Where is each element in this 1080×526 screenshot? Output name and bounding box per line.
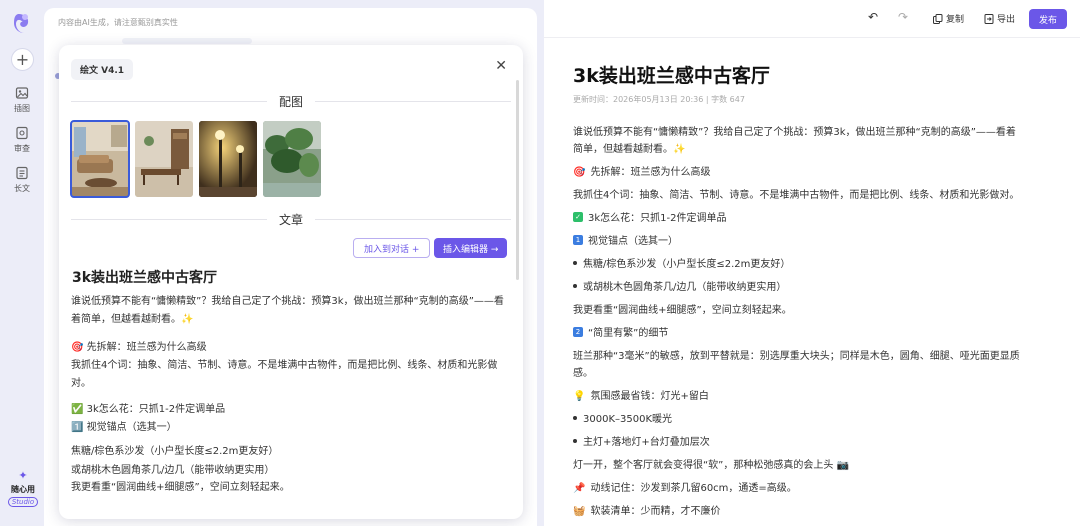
add-to-chat-button[interactable]: 加入到对话 + — [353, 238, 431, 258]
generation-modal: 绘文 V4.1 ✕ 配图 文章 加入到对话 + 插入编辑器 → 3k装出班兰感中… — [59, 45, 523, 519]
image-thumbnail-floor-lamp[interactable] — [199, 121, 257, 197]
editor-line: 班兰那种“3毫米”的敏感，放到平替就是：别选厚重大块头；同样是木色，圆角、细腿、… — [573, 351, 1020, 362]
editor-meta: 更新时间：2026年05月13日 20:36 | 字数 647 — [573, 95, 745, 104]
sidebar-item-label: 插图 — [14, 104, 30, 113]
article-section-header: 文章 — [71, 211, 512, 228]
basket-icon: 🧺 — [573, 506, 586, 517]
copy-button[interactable]: 复制 — [933, 12, 964, 25]
export-button[interactable]: 导出 — [984, 12, 1015, 25]
chat-placeholder-bar — [122, 38, 252, 44]
image-icon — [15, 87, 29, 99]
images-section-header: 配图 — [71, 93, 512, 110]
camera-icon: 📷 — [836, 460, 850, 471]
article-paragraph: 1️⃣ 视觉锚点（选其一） — [71, 422, 177, 433]
insert-editor-button[interactable]: 插入编辑器 → — [434, 238, 508, 258]
export-label: 导出 — [997, 15, 1016, 25]
editor-line: ✓ 3k怎么花：只抓1-2件定调单品 — [573, 210, 1063, 227]
sidebar-item-label: 长文 — [14, 184, 30, 193]
studio-entry[interactable]: ✦ 随心用 Studio — [5, 470, 41, 507]
document-icon — [16, 166, 28, 180]
review-icon — [16, 126, 28, 140]
editor-line: 谁说低预算不能有“慵懒精致”？我给自己定了个挑战：预算3k，做出班兰那种“克制的… — [573, 127, 1016, 138]
sidebar-item-longform[interactable]: 长文 — [0, 166, 44, 194]
article-paragraph: 或胡桃木色圆角茶几/边几（能带收纳更实用） — [71, 465, 275, 476]
editor-line: 📌 动线记住：沙发到茶几留60cm，通透=高级。 — [573, 480, 1063, 497]
images-section-title: 配图 — [279, 95, 304, 109]
editor-line: 🧺 软装清单：少而精，才不廉价 — [573, 503, 1063, 520]
article-paragraph: 焦糖/棕色系沙发（小户型长度≤2.2m更友好） — [71, 446, 279, 457]
number-one-icon: 1 — [573, 235, 583, 245]
pin-icon: 📌 — [573, 483, 586, 494]
article-paragraph: 我抓住4个词：抽象、简洁、节制、诗意。不是堆满中古物件，而是把比例、线条、材质和… — [71, 360, 498, 389]
image-thumbnail-coffee-table[interactable] — [135, 121, 193, 197]
sidebar: + 插图 审查 长文 ✦ 随心用 Studio — [0, 0, 44, 526]
sidebar-item-illustration[interactable]: 插图 — [0, 86, 44, 114]
editor-line: 💡 氛围感最省钱：灯光+留白 — [573, 388, 1063, 405]
bulb-icon: 💡 — [573, 391, 586, 402]
editor-list-item: 或胡桃木色圆角茶几/边几（能带收纳更实用） — [573, 279, 1063, 296]
editor-line: 灯一开，整个客厅就会变得很“软”，那种松弛感真的会上头 📷 — [573, 457, 1063, 474]
article-title: 3k装出班兰感中古客厅 — [72, 270, 218, 286]
ai-disclaimer: 内容由AI生成，请注意甄别真实性 — [58, 18, 178, 27]
check-icon: ✓ — [573, 212, 583, 222]
article-paragraph: 我更看重“圆润曲线+细腿感”，空间立刻轻起来。 — [71, 482, 290, 493]
editor-line: 🎯 先拆解：班兰感为什么高级 — [573, 164, 1063, 181]
editor-list-item: 焦糖/棕色系沙发（小户型长度≤2.2m更友好） — [573, 256, 1063, 273]
target-icon: 🎯 — [573, 167, 586, 178]
editor-list-item: 主灯+落地灯+台灯叠加层次 — [573, 434, 1063, 451]
editor-line: 感。 — [573, 368, 593, 379]
modal-scrollbar[interactable] — [516, 80, 519, 280]
article-section-title: 文章 — [279, 213, 304, 227]
studio-name: 随心用 — [11, 485, 35, 494]
copy-label: 复制 — [946, 15, 965, 25]
editor-title: 3k装出班兰感中古客厅 — [573, 65, 770, 87]
copy-icon — [933, 13, 943, 24]
editor-line: 我更看重“圆润曲线+细腿感”，空间立刻轻起来。 — [573, 305, 792, 316]
editor-line: 简单，但越看越耐看。✨ — [573, 144, 686, 155]
export-icon — [984, 13, 994, 24]
article-paragraph: 🎯 先拆解：班兰感为什么高级 — [71, 342, 207, 353]
number-two-icon: 2 — [573, 327, 583, 337]
editor-line: 我抓住4个词：抽象、简洁、节制、诗意。不是堆满中古物件，而是把比例、线条、材质和… — [573, 190, 1020, 201]
editor-line: 2 “简里有繁”的细节 — [573, 325, 1063, 342]
sparkle-icon: ✦ — [18, 469, 28, 482]
editor-toolbar: ↶ ↷ 复制 导出 发布 — [544, 0, 1080, 38]
image-gallery — [70, 120, 321, 198]
sidebar-item-label: 审查 — [14, 144, 30, 153]
version-badge: 绘文 V4.1 — [71, 59, 134, 80]
editor-line: 1 视觉锚点（选其一） — [573, 233, 1063, 250]
image-thumbnail-plants[interactable] — [263, 121, 321, 197]
redo-icon[interactable]: ↷ — [898, 10, 908, 24]
undo-icon[interactable]: ↶ — [868, 10, 878, 24]
editor-list-item: 3000K–3500K暖光 — [573, 411, 1063, 428]
article-paragraph: ✅ 3k怎么花：只抓1-2件定调单品 — [71, 404, 226, 415]
editor-panel: ↶ ↷ 复制 导出 发布 3k装出班兰感中古客厅 更新时间：2026年05月13… — [544, 0, 1080, 526]
studio-tag: Studio — [7, 497, 39, 507]
publish-button[interactable]: 发布 — [1029, 9, 1067, 29]
article-paragraph: 谁说低预算不能有“慵懒精致”？我给自己定了个挑战：预算3k，做出班兰那种“克制的… — [71, 296, 504, 325]
image-thumbnail-living-room[interactable] — [70, 120, 130, 198]
sidebar-item-review[interactable]: 审查 — [0, 126, 44, 154]
new-chat-button[interactable]: + — [11, 48, 34, 71]
app-logo-icon[interactable] — [13, 12, 33, 34]
close-icon[interactable]: ✕ — [495, 59, 507, 73]
